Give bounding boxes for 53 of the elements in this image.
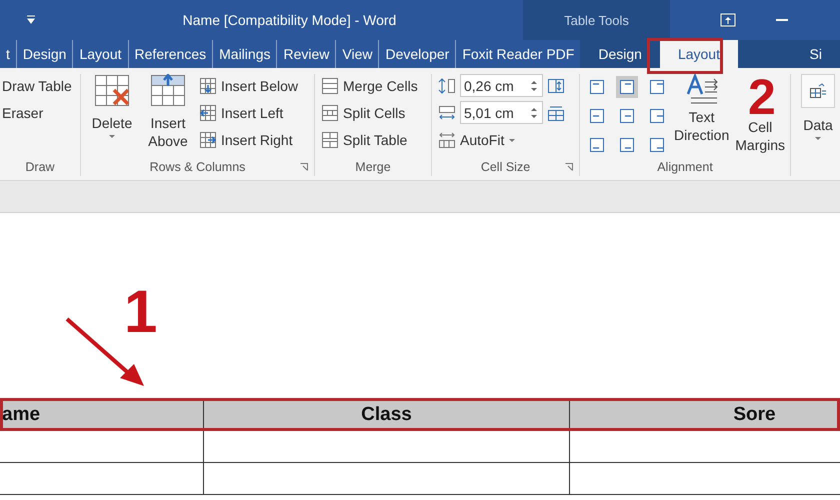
group-label: Draw — [25, 160, 55, 174]
row-height-icon — [438, 76, 456, 94]
ribbon-button[interactable]: Merge Cells — [321, 74, 418, 97]
ribbon-tab[interactable]: Si — [792, 40, 840, 68]
distribute-rows-icon — [547, 76, 565, 94]
insert-left-icon — [199, 104, 217, 122]
insert-right-icon — [199, 130, 217, 148]
ribbon-button[interactable]: Insert Right — [199, 128, 298, 151]
ribbon-tab[interactable]: t — [0, 40, 16, 68]
ribbon-button[interactable]: Insert Below — [199, 74, 298, 97]
ribbon-tab[interactable]: Layout — [660, 40, 738, 68]
text-direction-icon — [684, 74, 719, 106]
annotation-number: 2 — [748, 76, 776, 118]
data-table-icon — [809, 82, 827, 100]
text-direction-button[interactable]: Text Direction — [674, 74, 730, 144]
ribbon-tab[interactable]: Design — [580, 40, 660, 68]
ribbon-button[interactable]: Insert Left — [199, 101, 298, 124]
context-title: Table Tools — [564, 12, 629, 28]
height-field[interactable]: 0,26 cm — [460, 74, 543, 97]
align-button[interactable] — [616, 76, 638, 98]
insert-above-button[interactable]: Insert Above — [143, 74, 193, 150]
width-field[interactable]: 5,01 cm — [460, 101, 543, 124]
ribbon-button[interactable]: Eraser — [2, 101, 72, 124]
caret-icon — [108, 132, 116, 140]
ribbon-button[interactable]: Split Cells — [321, 101, 418, 124]
split-cells-icon — [321, 104, 339, 122]
group-label: Cell Size — [480, 160, 530, 174]
insert-below-icon — [199, 76, 217, 94]
merge-cells-icon — [321, 76, 339, 94]
data-button[interactable]: Data — [795, 74, 840, 142]
group-label: Alignment — [657, 160, 713, 174]
ribbon-button[interactable]: Split Table — [321, 128, 418, 151]
table-insert-above-icon — [150, 74, 186, 108]
spin-arrows-icon[interactable] — [530, 106, 538, 120]
delete-button[interactable]: Delete — [87, 74, 137, 140]
split-table-icon — [321, 130, 339, 148]
dropdown-icon[interactable] — [26, 15, 36, 25]
ribbon-display-icon[interactable] — [720, 13, 736, 27]
spin-arrows-icon[interactable] — [530, 78, 538, 92]
autofit-icon — [438, 130, 456, 148]
column-width-icon — [438, 104, 456, 122]
dialog-launcher-icon[interactable] — [300, 163, 308, 171]
group-label: Rows & Columns — [150, 160, 246, 174]
autofit-button[interactable]: AutoFit — [438, 128, 565, 151]
caret-icon — [814, 134, 822, 142]
cell-margins-button[interactable]: Cell Margins — [735, 118, 786, 154]
window-title: Name [Compatibility Mode] - Word — [182, 12, 398, 28]
distribute-columns-icon — [547, 104, 565, 122]
ribbon-button[interactable]: Draw Table — [2, 74, 72, 97]
dialog-launcher-icon[interactable] — [565, 163, 573, 171]
table-delete-icon — [94, 74, 130, 108]
annotation-number: 1 — [124, 286, 158, 337]
group-label: Merge — [355, 160, 391, 174]
